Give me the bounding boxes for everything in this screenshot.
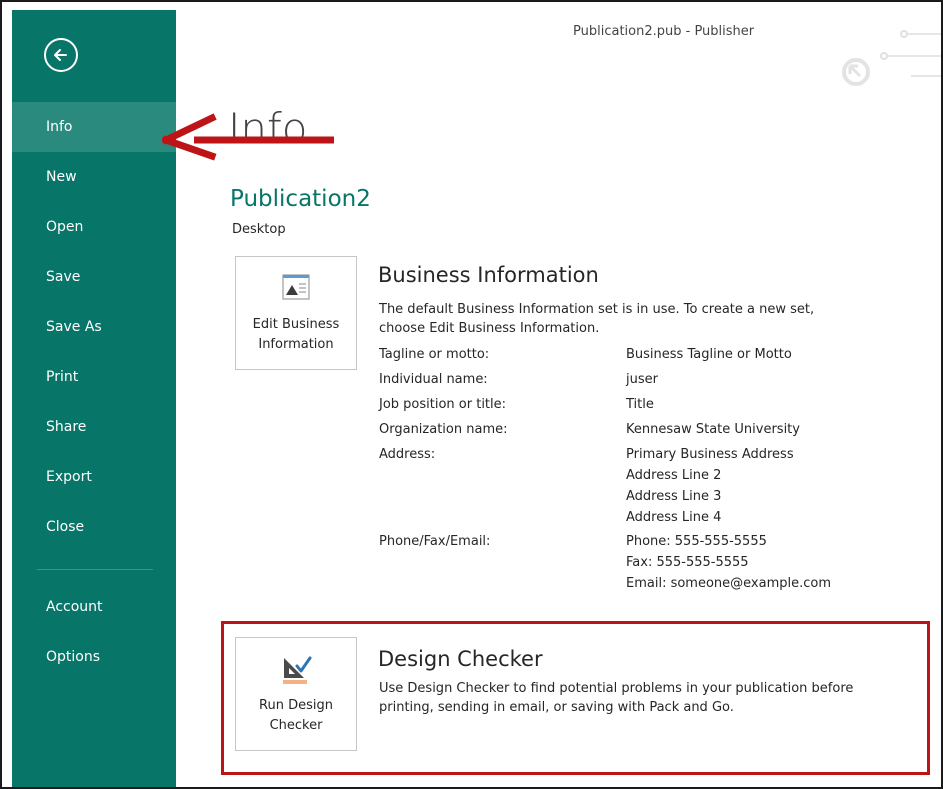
run-design-checker-label: Run Design Checker xyxy=(259,698,333,733)
field-label: Address: xyxy=(379,447,436,462)
back-button[interactable] xyxy=(44,38,78,72)
nav-item-share[interactable]: Share xyxy=(12,402,176,452)
field-label: Organization name: xyxy=(379,422,508,437)
nav-item-new[interactable]: New xyxy=(12,152,176,202)
nav-separator xyxy=(37,569,153,570)
circuit-decoration-icon xyxy=(842,30,941,86)
edit-business-information-label: Edit Business Information xyxy=(252,317,340,352)
field-value: juser xyxy=(626,372,658,387)
field-value: Phone: 555-555-5555 Fax: 555-555-5555 Em… xyxy=(626,534,832,591)
field-value: Title xyxy=(626,397,654,412)
nav-item-open[interactable]: Open xyxy=(12,202,176,252)
business-info-icon xyxy=(282,274,310,300)
nav-item-account[interactable]: Account xyxy=(12,582,176,632)
design-checker-description: Use Design Checker to find potential pro… xyxy=(379,681,854,715)
field-label: Phone/Fax/Email: xyxy=(379,534,491,549)
red-arrow-annotation xyxy=(162,113,334,161)
business-information-heading: Business Information xyxy=(378,263,599,287)
field-label: Individual name: xyxy=(379,372,488,387)
field-label: Job position or title: xyxy=(379,397,507,412)
nav-item-save[interactable]: Save xyxy=(12,252,176,302)
field-value: Primary Business Address Address Line 2 … xyxy=(626,447,794,525)
nav-item-export[interactable]: Export xyxy=(12,452,176,502)
nav-item-save-as[interactable]: Save As xyxy=(12,302,176,352)
document-location: Desktop xyxy=(232,222,286,237)
nav-item-options[interactable]: Options xyxy=(12,632,176,682)
nav-item-print[interactable]: Print xyxy=(12,352,176,402)
edit-business-information-button[interactable]: Edit Business Information xyxy=(235,256,357,370)
back-arrow-icon xyxy=(54,49,67,61)
field-label: Tagline or motto: xyxy=(379,347,490,362)
nav-item-info[interactable]: Info xyxy=(12,102,176,152)
field-value: Business Tagline or Motto xyxy=(626,347,792,362)
publisher-window: Info New Open Save Save As Print Share E… xyxy=(0,0,943,789)
design-checker-heading: Design Checker xyxy=(378,647,543,671)
business-information-description: The default Business Information set is … xyxy=(379,302,815,336)
document-name: Publication2 xyxy=(230,186,371,212)
window-title: Publication2.pub - Publisher xyxy=(573,24,755,39)
backstage-sidebar: Info New Open Save Save As Print Share E… xyxy=(12,10,176,787)
design-checker-icon xyxy=(283,656,312,684)
run-design-checker-button[interactable]: Run Design Checker xyxy=(235,637,357,751)
nav-item-close[interactable]: Close xyxy=(12,502,176,552)
field-value: Kennesaw State University xyxy=(626,422,800,437)
